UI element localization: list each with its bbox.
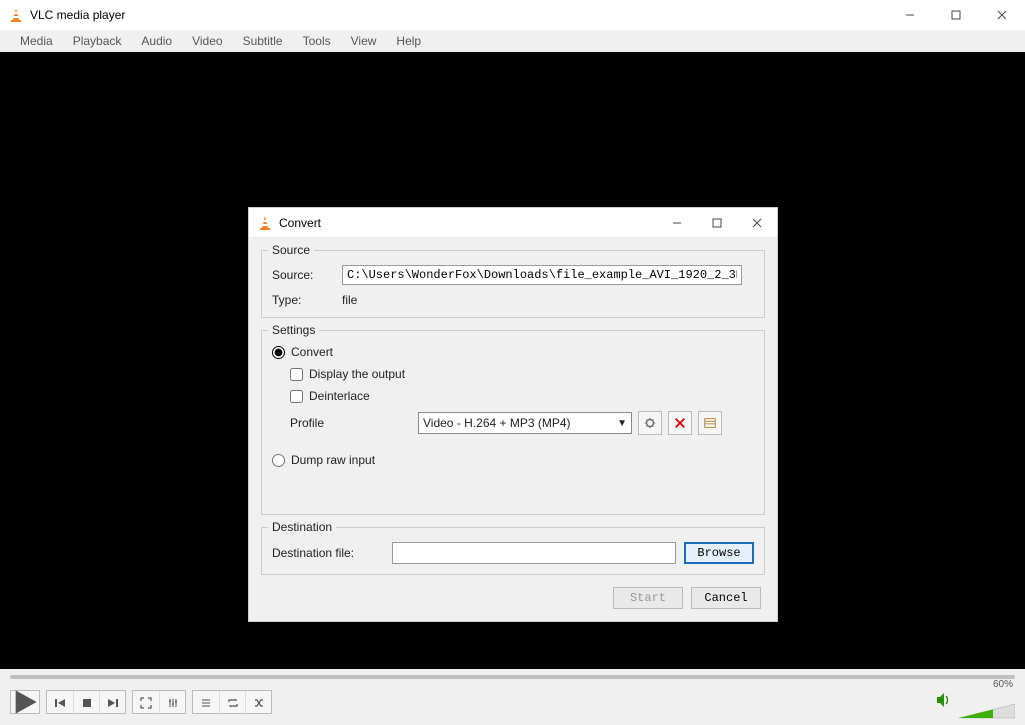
source-input[interactable] <box>342 265 742 285</box>
vlc-cone-icon <box>257 215 273 231</box>
deinterlace-checkbox[interactable] <box>290 390 303 403</box>
playlist-button[interactable] <box>193 691 219 715</box>
profile-value: Video - H.264 + MP3 (MP4) <box>423 416 571 430</box>
dialog-title: Convert <box>279 216 657 230</box>
loop-button[interactable] <box>219 691 245 715</box>
video-area: Convert Source Source: Type: file Settin… <box>0 52 1025 669</box>
shuffle-button[interactable] <box>245 691 271 715</box>
extended-settings-button[interactable] <box>159 691 185 715</box>
dialog-close-button[interactable] <box>737 208 777 238</box>
chevron-down-icon: ▼ <box>617 418 627 429</box>
start-button[interactable]: Start <box>613 587 683 609</box>
menu-video[interactable]: Video <box>182 32 232 50</box>
volume-control: 60% <box>935 684 1015 720</box>
previous-button[interactable] <box>47 691 73 715</box>
minimize-button[interactable] <box>887 0 933 30</box>
source-group: Source Source: Type: file <box>261 250 765 318</box>
fullscreen-button[interactable] <box>133 691 159 715</box>
close-button[interactable] <box>979 0 1025 30</box>
window-title: VLC media player <box>30 8 887 22</box>
cancel-button[interactable]: Cancel <box>691 587 761 609</box>
dialog-footer: Start Cancel <box>261 583 765 613</box>
destination-group: Destination Destination file: Browse <box>261 527 765 575</box>
play-button[interactable] <box>10 690 40 714</box>
display-output-checkbox[interactable] <box>290 368 303 381</box>
vlc-cone-icon <box>8 7 24 23</box>
dialog-body: Source Source: Type: file Settings Conve… <box>249 238 777 621</box>
convert-dialog: Convert Source Source: Type: file Settin… <box>248 207 778 622</box>
type-value: file <box>342 293 357 307</box>
volume-percent: 60% <box>993 679 1013 690</box>
menu-playback[interactable]: Playback <box>63 32 132 50</box>
dump-radio[interactable] <box>272 454 285 467</box>
next-button[interactable] <box>99 691 125 715</box>
source-label: Source: <box>272 268 342 282</box>
stop-button[interactable] <box>73 691 99 715</box>
new-profile-button[interactable] <box>698 411 722 435</box>
seekbar[interactable] <box>0 669 1025 685</box>
settings-group-title: Settings <box>268 323 319 337</box>
menu-help[interactable]: Help <box>386 32 431 50</box>
seekbar-track[interactable] <box>10 675 1015 679</box>
edit-profile-button[interactable] <box>638 411 662 435</box>
dump-radio-label: Dump raw input <box>291 453 375 467</box>
type-label: Type: <box>272 293 342 307</box>
profile-select[interactable]: Video - H.264 + MP3 (MP4) ▼ <box>418 412 632 434</box>
destination-input[interactable] <box>392 542 676 564</box>
menu-audio[interactable]: Audio <box>131 32 182 50</box>
window-controls <box>887 0 1025 30</box>
settings-group: Settings Convert Display the output Dein… <box>261 330 765 515</box>
display-output-label: Display the output <box>309 367 405 381</box>
menu-view[interactable]: View <box>341 32 387 50</box>
browse-button[interactable]: Browse <box>684 542 754 564</box>
menu-tools[interactable]: Tools <box>293 32 341 50</box>
menu-subtitle[interactable]: Subtitle <box>233 32 293 50</box>
speaker-icon[interactable] <box>935 691 953 714</box>
convert-radio-label: Convert <box>291 345 333 359</box>
main-titlebar: VLC media player <box>0 0 1025 30</box>
convert-radio[interactable] <box>272 346 285 359</box>
deinterlace-label: Deinterlace <box>309 389 370 403</box>
maximize-button[interactable] <box>933 0 979 30</box>
delete-profile-button[interactable] <box>668 411 692 435</box>
menubar: Media Playback Audio Video Subtitle Tool… <box>0 30 1025 52</box>
dialog-titlebar: Convert <box>249 208 777 238</box>
destination-group-title: Destination <box>268 520 336 534</box>
volume-slider[interactable] <box>959 702 1015 720</box>
playback-controls: 60% <box>0 685 1025 719</box>
menu-media[interactable]: Media <box>10 32 63 50</box>
profile-label: Profile <box>290 416 418 430</box>
dialog-minimize-button[interactable] <box>657 208 697 238</box>
destination-label: Destination file: <box>272 546 392 560</box>
dialog-maximize-button[interactable] <box>697 208 737 238</box>
source-group-title: Source <box>268 243 314 257</box>
